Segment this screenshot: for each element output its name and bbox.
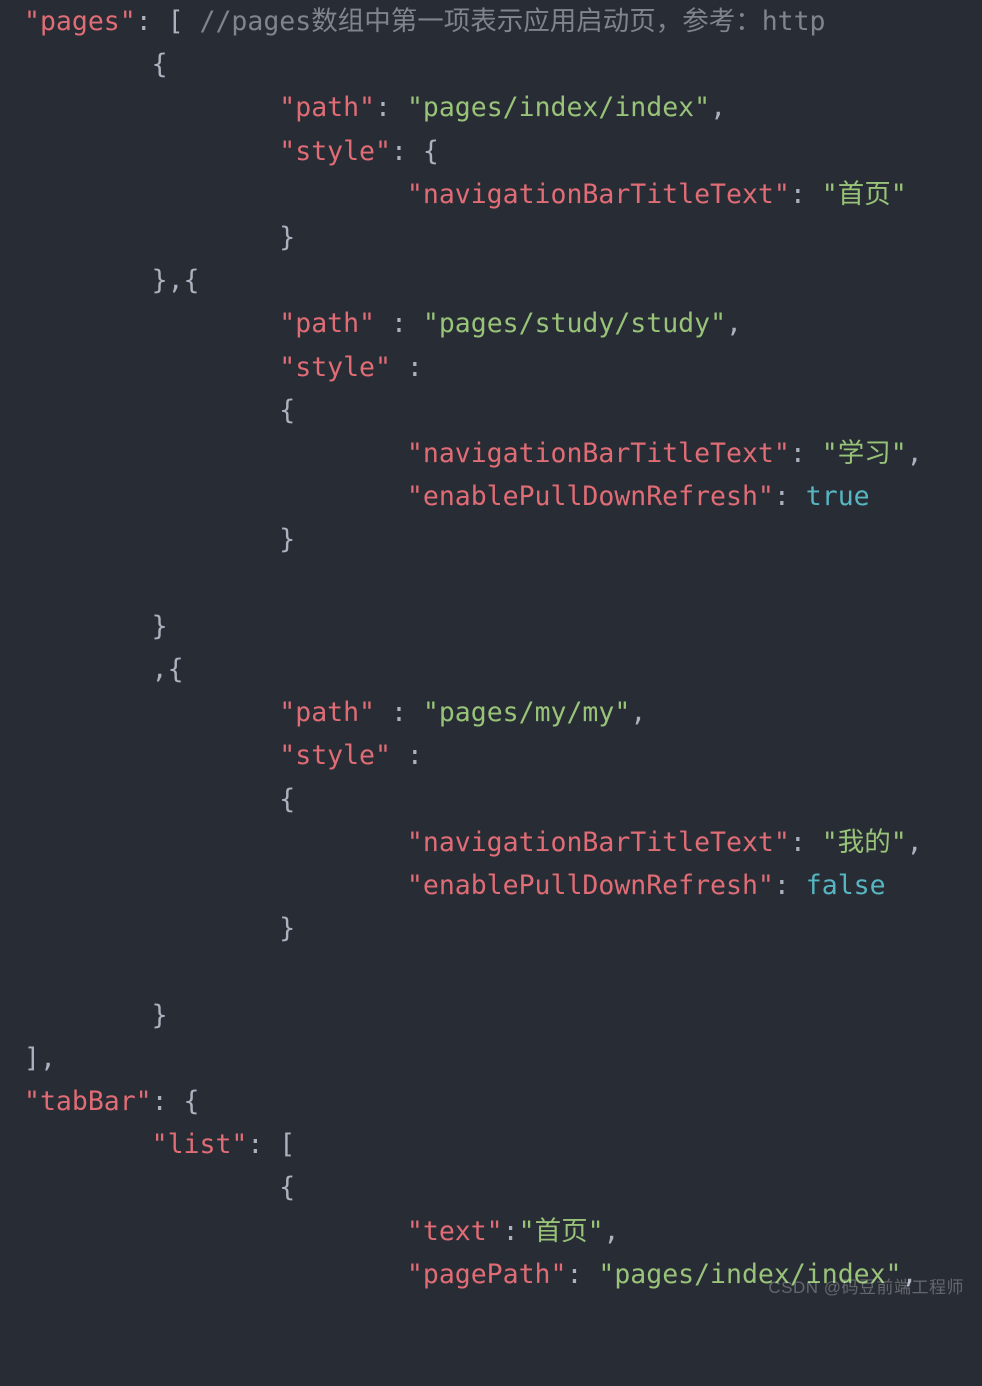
code-token: : <box>503 1216 519 1247</box>
code-token: : <box>790 827 822 858</box>
code-line: "style" : <box>24 740 423 771</box>
code-token: "navigationBarTitleText" <box>407 438 790 469</box>
code-token: , <box>902 1259 918 1290</box>
code-token: : <box>391 740 423 771</box>
code-token: "我的" <box>822 827 907 858</box>
code-token: false <box>806 870 886 901</box>
code-token: },{ <box>152 265 200 296</box>
code-line: "navigationBarTitleText": "首页" <box>24 179 907 210</box>
code-line: "pagePath": "pages/index/index", <box>24 1259 917 1290</box>
code-token: "pages/study/study" <box>423 308 726 339</box>
code-token: //pages数组中第一项表示应用启动页，参考：http <box>200 6 826 37</box>
code-line: } <box>24 913 295 944</box>
code-line: { <box>24 49 168 80</box>
code-token: , <box>907 438 923 469</box>
code-token: : <box>790 179 822 210</box>
code-token: } <box>152 611 168 642</box>
code-line: "list": [ <box>24 1129 295 1160</box>
code-token: : { <box>391 136 439 167</box>
code-token: "list" <box>152 1129 248 1160</box>
code-line: "navigationBarTitleText": "我的", <box>24 827 923 858</box>
code-token: : <box>774 870 806 901</box>
code-token: ], <box>24 1043 56 1074</box>
code-token: : <box>375 92 407 123</box>
code-token: : <box>375 697 423 728</box>
code-line: "enablePullDownRefresh": true <box>24 481 870 512</box>
code-line: ,{ <box>24 654 184 685</box>
code-line: "text":"首页", <box>24 1216 620 1247</box>
code-token: } <box>152 1000 168 1031</box>
code-line: ], <box>24 1043 56 1074</box>
code-token: "tabBar" <box>24 1086 152 1117</box>
code-token: } <box>279 524 295 555</box>
code-token: "pagePath" <box>407 1259 567 1290</box>
code-line: "tabBar": { <box>24 1086 200 1117</box>
code-token: "style" <box>279 352 391 383</box>
code-token: "enablePullDownRefresh" <box>407 481 774 512</box>
code-line: { <box>24 1172 295 1203</box>
code-token: "pages/index/index" <box>598 1259 901 1290</box>
code-token: : { <box>152 1086 200 1117</box>
code-line: "path": "pages/index/index", <box>24 92 726 123</box>
code-token: "path" <box>279 308 375 339</box>
code-token: { <box>279 784 295 815</box>
code-line: "path" : "pages/my/my", <box>24 697 646 728</box>
code-token: , <box>604 1216 620 1247</box>
code-token: "首页" <box>822 179 907 210</box>
code-token: "pages/my/my" <box>423 697 630 728</box>
code-line: { <box>24 784 295 815</box>
code-token: , <box>726 308 742 339</box>
code-line: } <box>24 611 168 642</box>
code-line: "style": { <box>24 136 439 167</box>
code-line: "pages": [ //pages数组中第一项表示应用启动页，参考：http <box>24 6 826 37</box>
code-token: : <box>566 1259 598 1290</box>
code-line: } <box>24 1000 168 1031</box>
code-token: "enablePullDownRefresh" <box>407 870 774 901</box>
code-token: "style" <box>279 136 391 167</box>
code-token: { <box>279 395 295 426</box>
code-token: ,{ <box>152 654 184 685</box>
code-line: { <box>24 395 295 426</box>
code-token: "path" <box>279 697 375 728</box>
code-token: "path" <box>279 92 375 123</box>
code-token: "pages/index/index" <box>407 92 710 123</box>
code-token: : <box>774 481 806 512</box>
code-token: : [ <box>247 1129 295 1160</box>
code-token: "pages" <box>24 6 136 37</box>
code-token: : [ <box>136 6 200 37</box>
code-token: "学习" <box>822 438 907 469</box>
code-token: { <box>152 49 168 80</box>
code-token: "style" <box>279 740 391 771</box>
code-token: } <box>279 913 295 944</box>
code-line: "enablePullDownRefresh": false <box>24 870 886 901</box>
code-token: : <box>391 352 423 383</box>
code-token: , <box>907 827 923 858</box>
code-token: "navigationBarTitleText" <box>407 179 790 210</box>
code-token: "navigationBarTitleText" <box>407 827 790 858</box>
code-token: { <box>279 1172 295 1203</box>
code-line: } <box>24 524 295 555</box>
code-line: },{ <box>24 265 200 296</box>
code-token: true <box>806 481 870 512</box>
code-token: "首页" <box>519 1216 604 1247</box>
code-token: , <box>630 697 646 728</box>
code-line: "navigationBarTitleText": "学习", <box>24 438 923 469</box>
code-line: } <box>24 222 295 253</box>
code-line: "path" : "pages/study/study", <box>24 308 742 339</box>
code-line: "style" : <box>24 352 423 383</box>
code-token: "text" <box>407 1216 503 1247</box>
code-token: : <box>790 438 822 469</box>
code-token: } <box>279 222 295 253</box>
code-token: , <box>710 92 726 123</box>
code-block: "pages": [ //pages数组中第一项表示应用启动页，参考：http … <box>0 0 982 1296</box>
code-token: : <box>375 308 423 339</box>
